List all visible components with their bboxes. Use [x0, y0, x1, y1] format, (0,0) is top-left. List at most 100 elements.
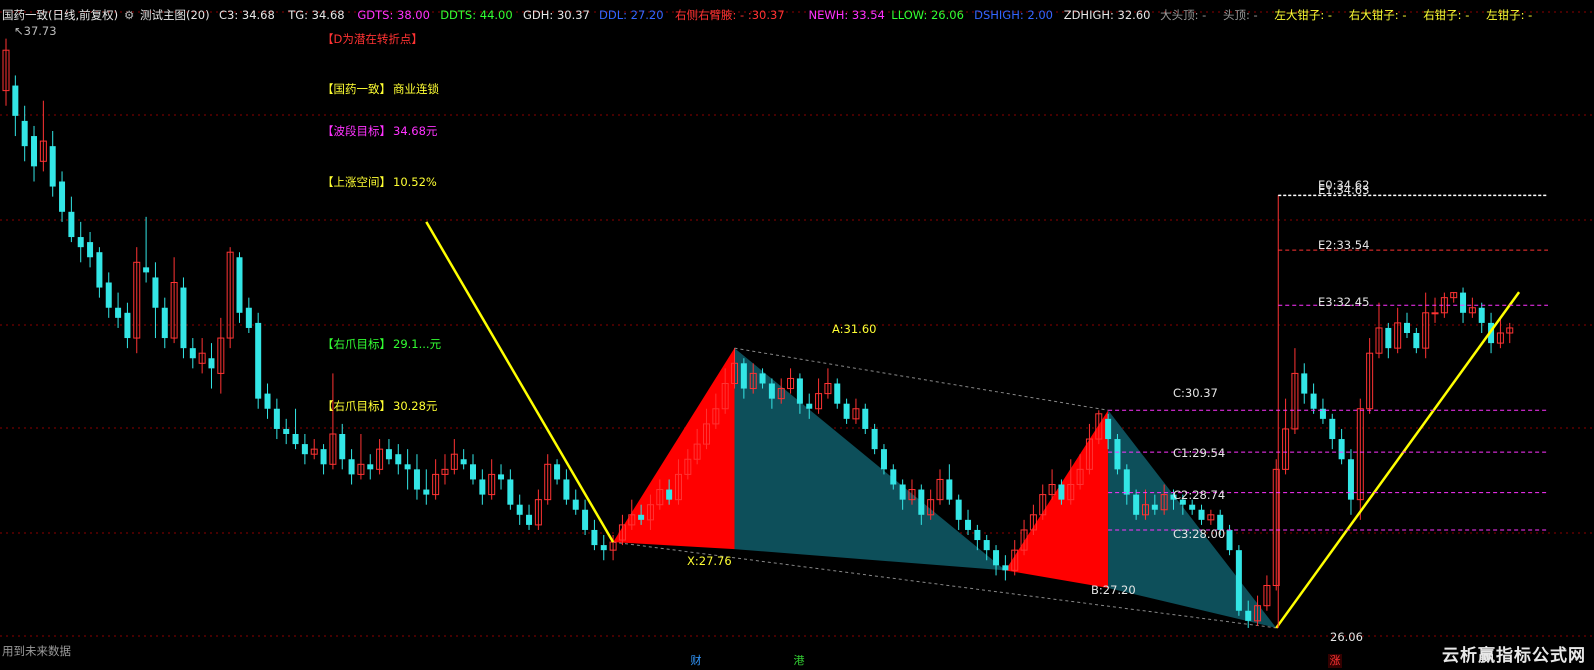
candle-body-down — [582, 509, 589, 530]
candle-body-down — [395, 454, 402, 465]
indicator-field: ZDHIGH: 32.60 — [1063, 8, 1151, 22]
candle-body-down — [87, 242, 94, 258]
candle-body-down — [77, 237, 84, 248]
max-price-value: 37.73 — [23, 24, 57, 38]
candle-body-down — [31, 136, 38, 167]
downtrend-line — [425, 221, 615, 543]
hk-connect-marker[interactable]: 港 — [792, 654, 806, 668]
indicator-field: 大头顶: - — [1160, 8, 1207, 22]
info-value: 30.28元 — [393, 399, 438, 413]
candle-body-down — [1478, 307, 1485, 323]
candle-body-down — [796, 378, 803, 404]
indicator-field: 左大钳子: - — [1274, 8, 1333, 22]
candle-body-down — [21, 120, 28, 147]
candle-body-down — [834, 383, 841, 404]
candle-body-down — [385, 449, 392, 460]
candle-body-down — [1245, 610, 1252, 621]
point-a-label: A:31.60 — [832, 322, 877, 336]
candle-body-down — [255, 322, 262, 399]
candle-body-down — [348, 459, 355, 475]
price-chart[interactable] — [0, 0, 1594, 670]
candle-body-down — [768, 383, 775, 399]
candle-body-down — [526, 514, 533, 525]
candle-body-down — [124, 312, 131, 339]
candle-body-down — [965, 519, 972, 530]
candle-body-down — [180, 287, 187, 349]
candle-body-down — [1151, 504, 1158, 510]
candle-body-down — [880, 449, 887, 470]
c1-label: C1:29.54 — [1173, 446, 1226, 460]
info-row: 【波段目标】 34.68元 — [322, 124, 437, 138]
indicator-field: DDL: 27.20 — [599, 8, 664, 22]
candle-body-down — [49, 146, 56, 187]
candle-body-down — [236, 257, 243, 313]
indicator-header: 国药一致(日线,前复权) ⚙ 测试主图(20) C3: 34.68 TG: 34.… — [0, 0, 1594, 28]
gear-icon[interactable]: ⚙ — [124, 8, 134, 22]
info-label: 【国药一致】 — [322, 82, 391, 96]
candle-body-down — [899, 484, 906, 500]
max-price-arrow-icon: ↖ — [14, 24, 24, 38]
indicator-field: C3: 34.68 — [219, 8, 275, 22]
candle-body-down — [740, 363, 747, 389]
candle-body-down — [946, 479, 953, 500]
candle-body-down — [572, 499, 579, 510]
candle-body-down — [666, 489, 673, 500]
indicator-field: DDTS: 44.00 — [440, 8, 513, 22]
candle-body-down — [320, 449, 327, 465]
point-c-label: C:30.37 — [1173, 386, 1218, 400]
indicator-field: GDTS: 38.00 — [357, 8, 430, 22]
info-row: 【右爪目标】 30.28元 — [322, 399, 437, 413]
point-d-label: 26.06 — [1330, 630, 1363, 644]
candle-body-down — [890, 469, 897, 485]
candle-body-down — [1058, 484, 1065, 500]
candle-body-down — [301, 444, 308, 455]
candle-body-down — [12, 85, 19, 116]
candle-body-down — [1133, 494, 1140, 515]
limit-up-marker[interactable]: 涨 — [1328, 654, 1342, 668]
max-price-label: ↖37.73 — [14, 24, 57, 38]
info-label: 【波段目标】 — [322, 124, 391, 138]
candle-body-down — [1413, 333, 1420, 349]
candle-body-down — [1329, 418, 1336, 440]
indicator-field: 左钳子: - — [1486, 8, 1533, 22]
candle-body-down — [189, 348, 196, 359]
candle-body-down — [1226, 529, 1233, 551]
candle-body-down — [507, 479, 514, 505]
candle-body-down — [1301, 373, 1308, 394]
candle-body-down — [1310, 393, 1317, 409]
candle-body-down — [115, 307, 122, 318]
info-value: 10.52% — [393, 175, 437, 189]
candle-body-down — [264, 393, 271, 409]
candle-body-down — [1114, 439, 1121, 470]
info-row: 【D为潜在转折点】 — [322, 32, 425, 46]
watermark: 云析赢指标公式网 — [1442, 646, 1586, 666]
candle-body-down — [367, 464, 374, 470]
candle-body-down — [1385, 327, 1392, 349]
candle-body-down — [554, 464, 561, 480]
candle-body-down — [470, 464, 476, 480]
candle-body-down — [1404, 322, 1410, 333]
c3-label: C3:28.00 — [1173, 527, 1226, 541]
finance-marker[interactable]: 财 — [689, 654, 703, 668]
candle-body-down — [1002, 565, 1009, 571]
indicator-field: DSHIGH: 2.00 — [974, 8, 1053, 22]
candle-body-down — [871, 428, 878, 450]
indicator-field: 右大钳子: - — [1348, 8, 1407, 22]
info-label: 【右爪目标】 — [322, 337, 391, 351]
indicator-field: 右钳子: - — [1423, 8, 1470, 22]
candle-body-down — [918, 489, 925, 515]
candle-body-down — [404, 464, 411, 470]
candle-body-down — [974, 529, 981, 541]
future-data-note: 用到未来数据 — [2, 644, 71, 658]
point-b-label: B:27.20 — [1091, 583, 1136, 597]
indicator-name[interactable]: 测试主图(20) — [140, 8, 210, 22]
candle-body-down — [152, 277, 159, 308]
indicator-field: TG: 34.68 — [288, 8, 345, 22]
candle-body-down — [96, 252, 103, 288]
candle-body-down — [759, 373, 766, 384]
stock-title[interactable]: 国药一致(日线,前复权) — [2, 8, 118, 22]
candle-body-down — [208, 358, 215, 369]
candle-body-down — [516, 504, 523, 515]
candle-body-down — [1198, 509, 1205, 520]
candle-body-down — [1105, 418, 1112, 440]
